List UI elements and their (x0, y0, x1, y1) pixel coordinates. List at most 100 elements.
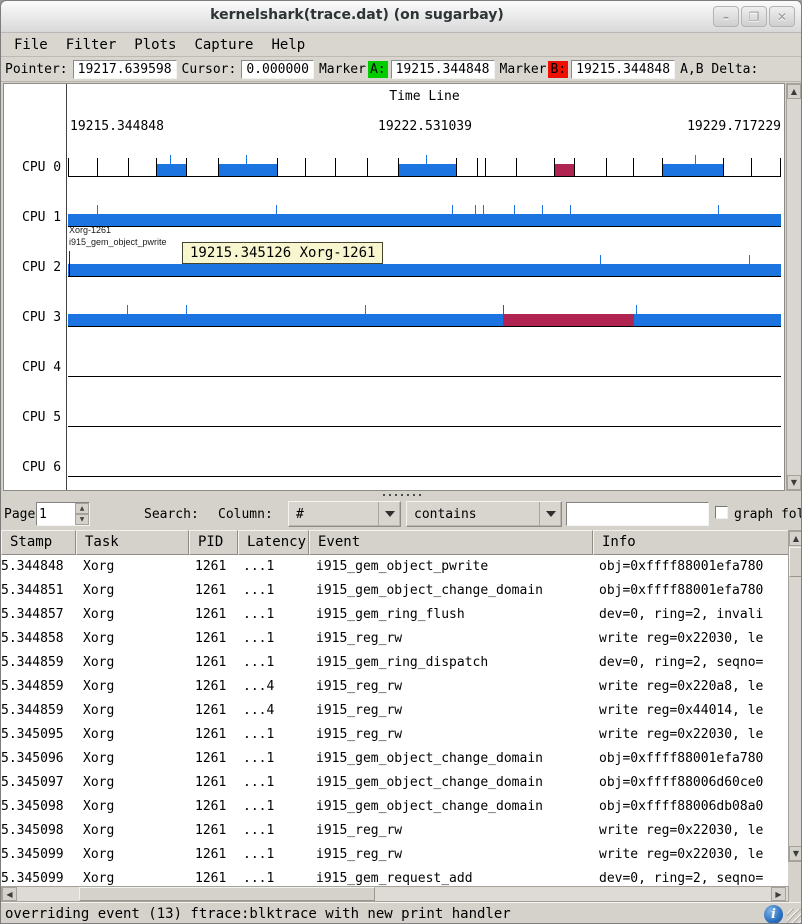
cpu-label-cpu5: CPU 5 (4, 410, 62, 425)
column-select[interactable]: # (288, 501, 401, 527)
event-tick (554, 158, 555, 176)
cell-info: write reg=0x22030, le (599, 631, 789, 646)
scroll-down-icon[interactable]: ▼ (787, 475, 801, 490)
scroll-left-icon[interactable]: ◀ (2, 887, 17, 901)
minimize-icon[interactable]: – (713, 6, 739, 27)
table-row[interactable]: 5.345095Xorg1261...1i915_reg_rwwrite reg… (1, 723, 789, 747)
time-label-left: 19215.344848 (70, 119, 164, 134)
resize-grip-icon[interactable] (787, 909, 802, 924)
table-row[interactable]: 5.344858Xorg1261...1i915_reg_rwwrite reg… (1, 627, 789, 651)
table-row[interactable]: 5.345099Xorg1261...1i915_reg_rwwrite reg… (1, 843, 789, 867)
graph-follows-checkbox[interactable] (715, 506, 728, 519)
marker-b-badge: B: (548, 61, 568, 78)
match-select[interactable]: contains (406, 501, 562, 527)
cell-info: dev=0, ring=2, seqno= (599, 655, 789, 670)
table-row[interactable]: 5.345099Xorg1261...1i915_gem_request_add… (1, 867, 789, 886)
scrollbar-corner (788, 862, 802, 886)
event-tick (514, 205, 515, 226)
cell-latency: ...1 (243, 847, 307, 862)
info-icon[interactable]: i (764, 905, 783, 924)
event-tick (456, 158, 457, 176)
event-tick (426, 155, 427, 176)
cell-task: Xorg (83, 607, 187, 622)
cell-event: i915_gem_ring_flush (316, 607, 592, 622)
scroll-up-icon[interactable]: ▲ (789, 531, 802, 546)
cell-latency: ...1 (243, 775, 307, 790)
plot-left-separator (66, 84, 67, 490)
scrollbar-thumb[interactable] (79, 887, 375, 901)
cell-pid: 1261 (195, 775, 237, 790)
menu-item-help[interactable]: Help (262, 35, 314, 55)
cursor-value: 0.000000 (241, 60, 314, 79)
cell-pid: 1261 (195, 583, 237, 598)
page-spinbox[interactable]: ▲ ▼ (36, 502, 90, 526)
table-row[interactable]: 5.344857Xorg1261...1i915_gem_ring_flushd… (1, 603, 789, 627)
graph-vertical-scrollbar[interactable]: ▲ ▼ (786, 83, 802, 491)
cell-latency: ...1 (243, 583, 307, 598)
timeline-plot[interactable]: Time Line19215.34484819222.53103919229.7… (3, 83, 785, 491)
maximize-icon[interactable]: ❐ (741, 6, 767, 27)
column-header-stamp[interactable]: Stamp (1, 530, 76, 555)
column-header-task[interactable]: Task (76, 530, 189, 555)
table-row[interactable]: 5.345098Xorg1261...1i915_gem_object_chan… (1, 795, 789, 819)
cell-latency: ...1 (243, 727, 307, 742)
menu-item-capture[interactable]: Capture (185, 35, 262, 55)
menu-item-file[interactable]: File (5, 35, 57, 55)
cell-pid: 1261 (195, 559, 237, 574)
column-header-info[interactable]: Info (593, 530, 789, 555)
page-input[interactable] (39, 504, 73, 524)
event-tick (398, 158, 399, 176)
column-select-value: # (296, 507, 304, 522)
cell-task: Xorg (83, 775, 187, 790)
event-tick (723, 158, 724, 176)
event-tick (475, 205, 476, 226)
scrollbar-thumb[interactable] (789, 547, 802, 577)
cell-pid: 1261 (195, 727, 237, 742)
scroll-right-icon[interactable]: ▶ (771, 887, 786, 901)
column-header-latency[interactable]: Latency (238, 530, 309, 555)
cell-task: Xorg (83, 871, 187, 886)
cell-task: Xorg (83, 703, 187, 718)
search-input[interactable] (566, 502, 709, 526)
cell-info: obj=0xffff88006db08a0 (599, 799, 789, 814)
cell-task: Xorg (83, 631, 187, 646)
spin-up-icon[interactable]: ▲ (75, 503, 89, 514)
table-row[interactable]: 5.345098Xorg1261...1i915_reg_rwwrite reg… (1, 819, 789, 843)
cell-event: i915_reg_rw (316, 847, 592, 862)
time-label-right: 19229.717229 (671, 119, 781, 134)
pane-splitter[interactable] (1, 491, 802, 499)
event-tick (97, 158, 98, 176)
window-controls: – ❐ ✕ (713, 6, 795, 27)
pointer-label: Pointer: (3, 62, 70, 77)
cell-pid: 1261 (195, 799, 237, 814)
table-row[interactable]: 5.344859Xorg1261...4i915_reg_rwwrite reg… (1, 699, 789, 723)
table-vertical-scrollbar[interactable]: ▲ ▼ (788, 530, 802, 862)
table-row[interactable]: 5.344851Xorg1261...1i915_gem_object_chan… (1, 579, 789, 603)
event-tick (749, 255, 750, 276)
marker-a-badge: A: (368, 61, 388, 78)
table-row[interactable]: 5.345096Xorg1261...1i915_gem_object_chan… (1, 747, 789, 771)
menu-item-plots[interactable]: Plots (125, 35, 185, 55)
cpu-label-cpu2: CPU 2 (4, 260, 62, 275)
table-row[interactable]: 5.345097Xorg1261...1i915_gem_object_chan… (1, 771, 789, 795)
cpu-label-cpu3: CPU 3 (4, 310, 62, 325)
scroll-up-icon[interactable]: ▲ (787, 84, 801, 99)
graph-follows-label: graph follows (734, 507, 802, 522)
event-tick (97, 205, 98, 226)
cell-event: i915_reg_rw (316, 703, 592, 718)
spin-down-icon[interactable]: ▼ (75, 514, 89, 525)
table-row[interactable]: 5.344848Xorg1261...1i915_gem_object_pwri… (1, 555, 789, 579)
table-row[interactable]: 5.344859Xorg1261...4i915_reg_rwwrite reg… (1, 675, 789, 699)
cell-stamp: 5.345095 (1, 727, 75, 742)
column-header-pid[interactable]: PID (189, 530, 238, 555)
cell-pid: 1261 (195, 655, 237, 670)
menu-item-filter[interactable]: Filter (57, 35, 126, 55)
cpu-label-cpu4: CPU 4 (4, 360, 62, 375)
table-row[interactable]: 5.344859Xorg1261...1i915_gem_ring_dispat… (1, 651, 789, 675)
close-icon[interactable]: ✕ (769, 6, 795, 27)
marker-b-label: Marker (498, 62, 549, 77)
scroll-down-icon[interactable]: ▼ (789, 846, 802, 861)
table-horizontal-scrollbar[interactable]: ◀ ▶ (1, 886, 789, 902)
title-bar[interactable]: kernelshark(trace.dat) (on sugarbay) – ❐… (1, 1, 802, 33)
column-header-event[interactable]: Event (309, 530, 593, 555)
